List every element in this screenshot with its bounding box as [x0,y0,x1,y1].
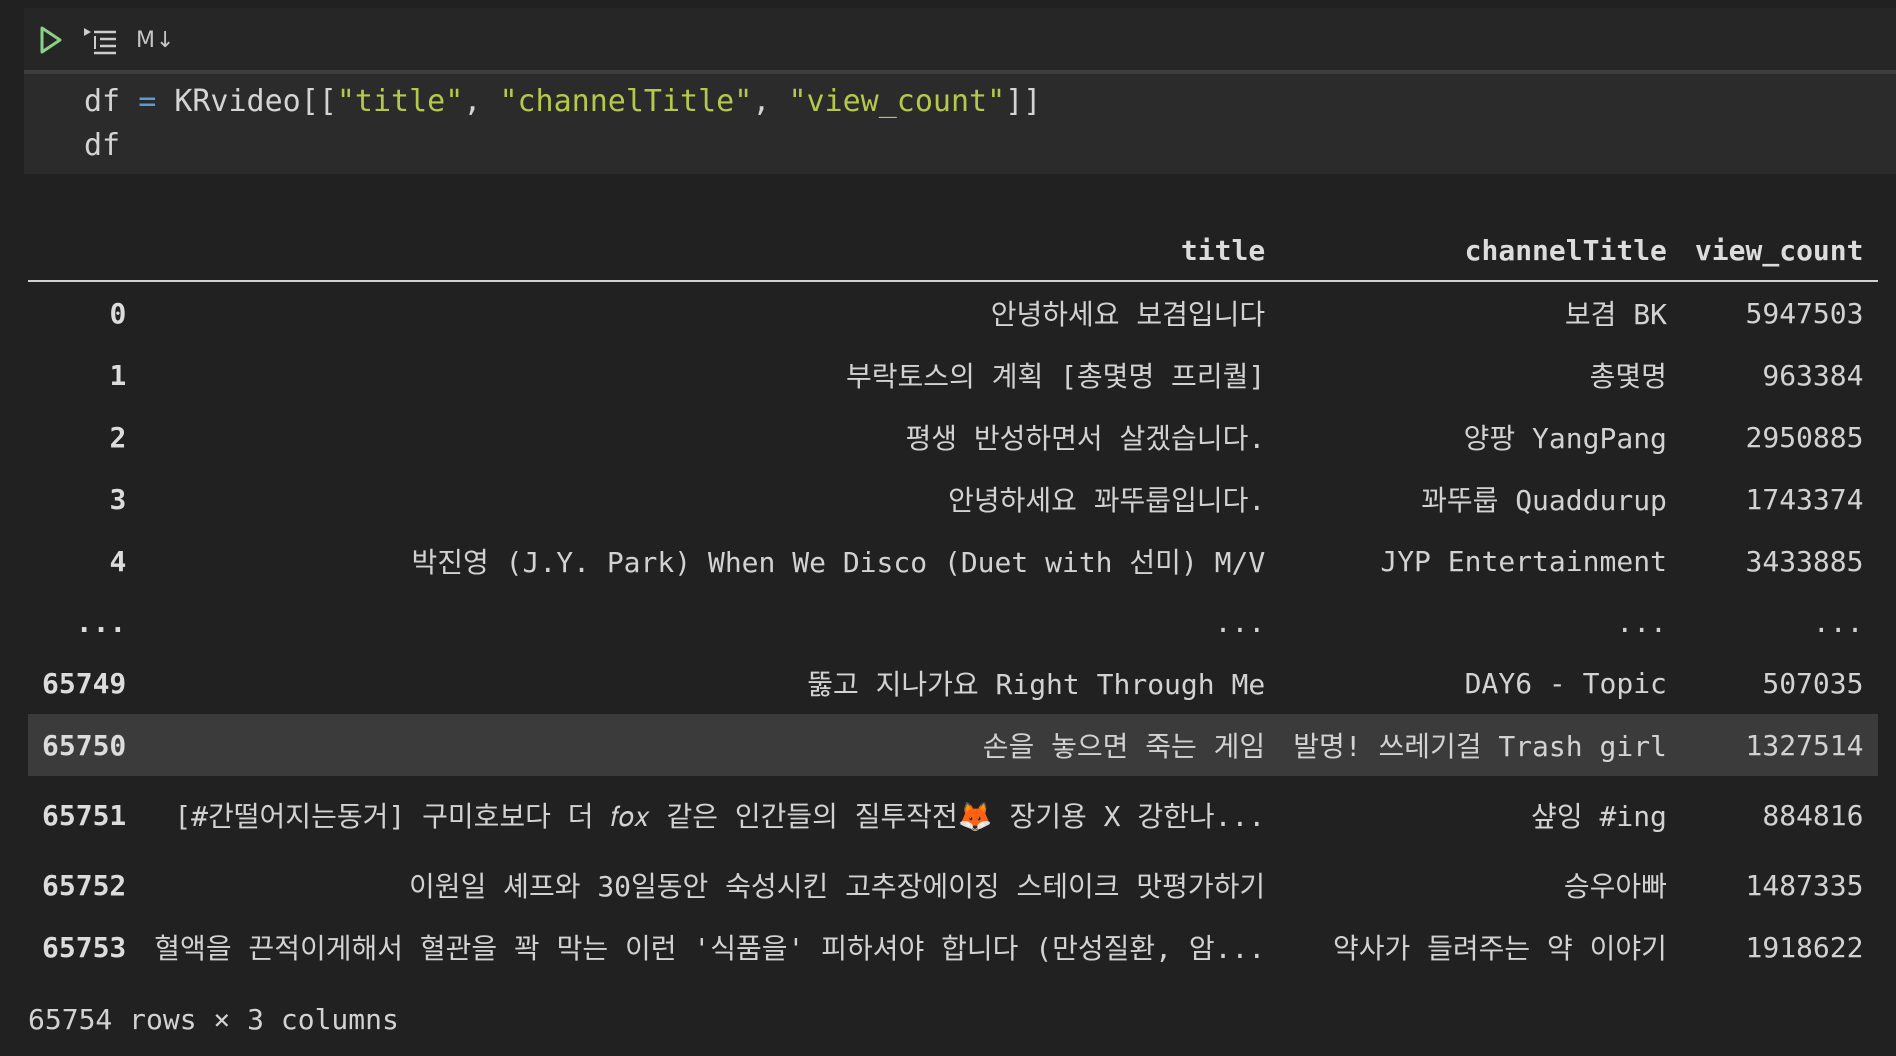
table-row: 65753 혈액을 끈적이게해서 혈관을 꽉 막는 이런 '식품을' 피하셔야 … [28,916,1878,978]
row-index: 3 [109,482,127,516]
code-editor[interactable]: df = KRvideo[["title", "channelTitle", "… [24,70,1896,174]
table-row: 65749 뚫고 지나가요 Right Through Me DAY6 - To… [28,652,1878,714]
cell-title: ... [1214,605,1266,639]
cell-title: [#간떨어지는동거] 구미호보다 더 𝑓𝑜𝑥 같은 인간들의 질투작전🦊 장기용… [174,800,1266,833]
cell-channeltitle: 약사가 들려주는 약 이야기 [1332,932,1667,965]
index-header [28,220,141,282]
cell-channeltitle: 보겸 BK [1564,298,1667,331]
table-row: 65752 이원일 셰프와 30일동안 숙성시킨 고추장에이징 스테이크 맛평가… [28,854,1878,916]
code-line-2: df [84,128,121,163]
row-index: 65753 [42,930,127,964]
cell-channeltitle: 양팡 YangPang [1463,422,1667,455]
cell-view-count: 884816 [1762,798,1864,832]
table-row-hovered: 65750 손을 놓으면 죽는 게임 발명! 쓰레기걸 Trash girl 1… [28,714,1878,776]
cell-view-count: 507035 [1762,666,1864,700]
cell-view-count: ... [1812,605,1864,639]
cell-channeltitle: ... [1616,605,1667,639]
table-row: 3 안녕하세요 꽈뚜룹입니다. 꽈뚜룹 Quaddurup 1743374 [28,468,1878,530]
column-header-title: title [140,220,1280,282]
run-by-line-icon [84,28,116,55]
cell-title: 혈액을 끈적이게해서 혈관을 꽉 막는 이런 '식품을' 피하셔야 합니다 (만… [154,932,1266,965]
ellipsis-row: ... ... ... ... [28,592,1878,652]
cell-channeltitle: 총몇명 [1589,360,1667,393]
table-header-row: title channelTitle view_count [28,220,1878,282]
code-token: = [138,84,157,119]
row-index: 65751 [42,798,127,832]
cell-view-count: 963384 [1762,358,1864,392]
cell-title: 부락토스의 계획 [총몇명 프리퀄] [846,360,1266,393]
table-row: 4 박진영 (J.Y. Park) When We Disco (Duet wi… [28,530,1878,592]
row-index: 1 [109,358,127,392]
column-header-view-count: view_count [1680,220,1878,282]
row-index: 65752 [42,868,127,902]
cell-title: 안녕하세요 꽈뚜룹입니다. [948,484,1266,517]
cell-view-count: 3433885 [1745,544,1864,578]
play-icon [40,26,62,54]
row-index: 0 [109,296,127,330]
cell-channeltitle: 샾잉 #ing [1531,800,1667,833]
cell-channeltitle: 꽈뚜룹 Quaddurup [1421,484,1667,517]
table-row: 65751 [#간떨어지는동거] 구미호보다 더 𝑓𝑜𝑥 같은 인간들의 질투작… [28,776,1878,854]
run-by-line-button[interactable] [82,20,118,60]
cell-title: 평생 반성하면서 살겠습니다. [905,422,1266,455]
cell-view-count: 1487335 [1745,868,1864,902]
table-row: 2 평생 반성하면서 살겠습니다. 양팡 YangPang 2950885 [28,406,1878,468]
dataframe-table: title channelTitle view_count 0 안녕하세요 보겸… [28,220,1878,978]
dataframe-shape-summary: 65754 rows × 3 columns [28,1003,399,1036]
cell-channeltitle: 승우아빠 [1563,870,1667,903]
code-token: "channelTitle" [499,84,753,119]
cell-view-count: 1918622 [1745,930,1864,964]
cell-channeltitle: DAY6 - Topic [1464,666,1667,700]
table-row: 1 부락토스의 계획 [총몇명 프리퀄] 총몇명 963384 [28,344,1878,406]
cell-view-count: 1743374 [1745,482,1864,516]
markdown-label: M↓ [136,27,176,53]
code-token: "view_count" [788,84,1006,119]
cell-title: 뚫고 지나가요 Right Through Me [807,668,1266,701]
row-index: 65750 [28,714,141,776]
row-index: ... [75,605,127,639]
cell-title: 이원일 셰프와 30일동안 숙성시킨 고추장에이징 스테이크 맛평가하기 [409,870,1266,903]
code-token: KRvideo[[ [174,84,337,119]
row-index: 65749 [42,666,127,700]
cell-channeltitle: JYP Entertainment [1380,544,1667,578]
code-line-1: df = KRvideo[["title", "channelTitle", "… [84,84,1042,119]
cell-view-count: 1327514 [1680,714,1878,776]
cell-view-count: 2950885 [1745,420,1864,454]
cell-output: title channelTitle view_count 0 안녕하세요 보겸… [28,220,1878,978]
markdown-toggle-button[interactable]: M↓ [136,20,175,60]
row-index: 4 [109,544,127,578]
row-index: 2 [109,420,127,454]
code-token: df [84,84,121,119]
code-token: "title" [336,84,464,119]
code-token: ]] [1005,84,1042,119]
column-header-channeltitle: channelTitle [1279,220,1681,282]
cell-view-count: 5947503 [1745,296,1864,330]
cell-title: 안녕하세요 보겸입니다 [990,298,1266,331]
cell-title: 박진영 (J.Y. Park) When We Disco (Duet with… [411,546,1266,579]
cell-toolbar: M↓ [24,8,1896,72]
run-cell-button[interactable] [38,20,64,60]
table-row: 0 안녕하세요 보겸입니다 보겸 BK 5947503 [28,281,1878,344]
cell-channeltitle: 발명! 쓰레기걸 Trash girl [1279,714,1681,776]
cell-title: 손을 놓으면 죽는 게임 [140,714,1280,776]
